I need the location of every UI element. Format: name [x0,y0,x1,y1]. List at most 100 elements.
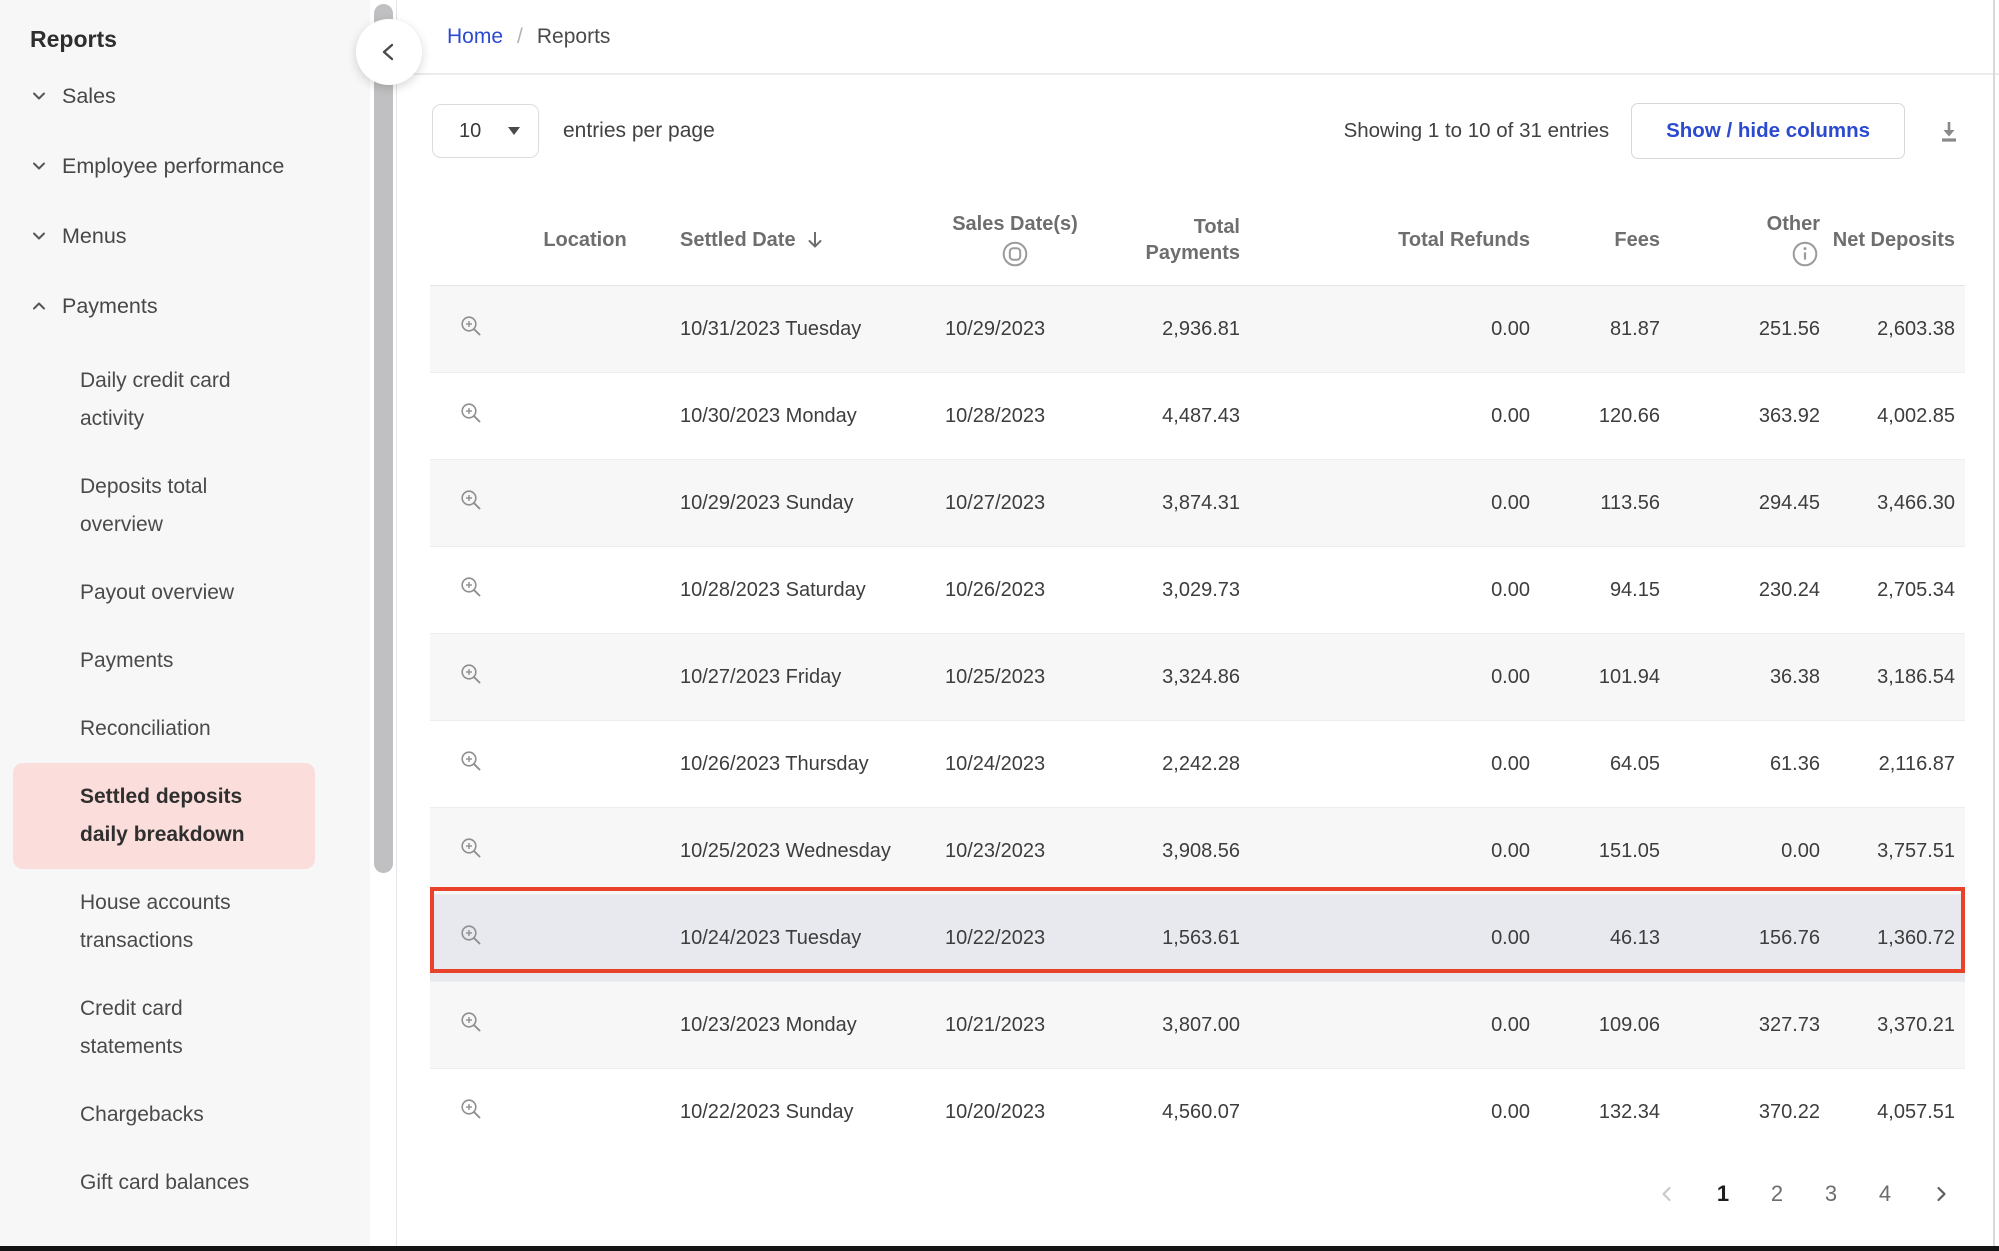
page-size-select[interactable]: 10 [432,104,539,158]
info-icon[interactable] [1790,239,1820,269]
pagination-page-4[interactable]: 4 [1877,1181,1893,1207]
sidebar-section-label: Employee performance [62,154,284,179]
sidebar-item-credit-card-statements[interactable]: Credit card statements [13,975,315,1081]
column-header-fees[interactable]: Fees [1540,195,1670,286]
cell-other: 294.45 [1670,460,1830,547]
cell-total-refunds: 0.00 [1250,1069,1540,1156]
cell-total-refunds: 0.00 [1250,286,1540,373]
cell-sales-date: 10/20/2023 [930,1069,1100,1156]
sort-descending-icon [805,229,825,251]
pagination-page-2[interactable]: 2 [1769,1181,1785,1207]
sidebar-item-chargebacks[interactable]: Chargebacks [13,1081,315,1149]
cell-other: 61.36 [1670,721,1830,808]
column-header-sales-dates[interactable]: Sales Date(s) [930,195,1100,286]
chevron-down-icon [30,227,48,245]
window-right-edge [1993,0,1995,1246]
zoom-in-icon [458,487,485,514]
cell-total-payments: 3,908.56 [1100,808,1250,895]
cell-fees: 81.87 [1540,286,1670,373]
column-header-total-payments[interactable]: Total Payments [1100,195,1250,286]
row-expand-button[interactable] [458,574,485,601]
row-expand-button[interactable] [458,400,485,427]
showing-entries-text: Showing 1 to 10 of 31 entries [1344,119,1610,143]
sidebar-section-employee-performance[interactable]: Employee performance [0,131,370,201]
sidebar-collapse-button[interactable] [356,19,422,85]
cell-net-deposits: 1,360.72 [1830,895,1965,982]
cell-fees: 94.15 [1540,547,1670,634]
sidebar-section-sales[interactable]: Sales [0,61,370,131]
cell-sales-date: 10/24/2023 [930,721,1100,808]
cell-fees: 132.34 [1540,1069,1670,1156]
cell-settled-date: 10/26/2023 Thursday [660,721,930,808]
sidebar-scrollbar[interactable] [374,4,393,873]
sidebar-item-deposits-total-overview[interactable]: Deposits total overview [13,453,315,559]
cell-net-deposits: 4,057.51 [1830,1069,1965,1156]
sidebar-item-reconciliation[interactable]: Reconciliation [13,695,315,763]
sidebar-item-daily-credit-card-activity[interactable]: Daily credit card activity [13,347,315,453]
pagination-next-button[interactable] [1931,1184,1951,1204]
cell-settled-date: 10/30/2023 Monday [660,373,930,460]
cell-other: 251.56 [1670,286,1830,373]
cell-net-deposits: 3,466.30 [1830,460,1965,547]
zoom-in-icon [458,574,485,601]
download-button[interactable] [1933,115,1965,147]
table-row: 10/30/2023 Monday 10/28/2023 4,487.43 0.… [430,373,1965,460]
sidebar-item-payout-overview[interactable]: Payout overview [13,559,315,627]
pagination-prev-button[interactable] [1657,1184,1677,1204]
cell-other: 327.73 [1670,982,1830,1069]
table-row: 10/28/2023 Saturday 10/26/2023 3,029.73 … [430,547,1965,634]
breadcrumb-separator: / [517,25,523,49]
sidebar-item-house-accounts-transactions[interactable]: House accounts transactions [13,869,315,975]
cell-total-refunds: 0.00 [1250,547,1540,634]
column-header-net-deposits[interactable]: Net Deposits [1830,195,1965,286]
cell-other: 363.92 [1670,373,1830,460]
zoom-in-icon [458,313,485,340]
cell-other: 0.00 [1670,808,1830,895]
zoom-in-icon [458,661,485,688]
cell-sales-date: 10/23/2023 [930,808,1100,895]
sidebar-section-label: Menus [62,224,127,249]
cell-location [510,982,660,1069]
page-size-value: 10 [459,120,481,143]
column-header-location[interactable]: Location [510,195,660,286]
chevron-up-icon [30,297,48,315]
cell-total-payments: 3,874.31 [1100,460,1250,547]
column-header-settled-date[interactable]: Settled Date [660,195,930,286]
row-expand-button[interactable] [458,835,485,862]
sidebar-item-settled-deposits-daily-breakdown[interactable]: Settled deposits daily breakdown [13,763,315,869]
table-row: 10/24/2023 Tuesday 10/22/2023 1,563.61 0… [430,895,1965,982]
receipt-circle-icon[interactable] [1000,239,1030,269]
entries-per-page-label: entries per page [563,119,715,143]
sidebar-item-payments[interactable]: Payments [13,627,315,695]
chevron-left-icon [1657,1184,1677,1204]
table-controls: 10 entries per page Showing 1 to 10 of 3… [432,103,1965,159]
row-expand-button[interactable] [458,748,485,775]
table-row: 10/27/2023 Friday 10/25/2023 3,324.86 0.… [430,634,1965,721]
column-header-total-refunds[interactable]: Total Refunds [1250,195,1540,286]
sidebar-section-menus[interactable]: Menus [0,201,370,271]
show-hide-columns-button[interactable]: Show / hide columns [1631,103,1905,159]
row-expand-button[interactable] [458,1009,485,1036]
pagination-page-3[interactable]: 3 [1823,1181,1839,1207]
breadcrumb-current: Reports [537,25,611,49]
row-expand-button[interactable] [458,1096,485,1123]
cell-location [510,634,660,721]
row-expand-button[interactable] [458,487,485,514]
cell-sales-date: 10/25/2023 [930,634,1100,721]
cell-total-refunds: 0.00 [1250,721,1540,808]
column-header-other[interactable]: Other [1670,195,1830,286]
caret-down-icon [508,127,520,135]
breadcrumb-home-link[interactable]: Home [447,25,503,49]
main-content: Home / Reports 10 entries per page Showi… [397,0,1999,1251]
row-expand-button[interactable] [458,922,485,949]
cell-total-refunds: 0.00 [1250,808,1540,895]
cell-net-deposits: 2,116.87 [1830,721,1965,808]
sidebar-item-gift-card-balances[interactable]: Gift card balances [13,1149,315,1217]
chevron-left-icon [378,41,400,63]
cell-sales-date: 10/22/2023 [930,895,1100,982]
row-expand-button[interactable] [458,313,485,340]
sidebar-section-payments[interactable]: Payments [0,271,370,341]
sidebar-payments-subnav: Daily credit card activityDeposits total… [0,347,370,1217]
pagination-page-1[interactable]: 1 [1715,1181,1731,1207]
row-expand-button[interactable] [458,661,485,688]
